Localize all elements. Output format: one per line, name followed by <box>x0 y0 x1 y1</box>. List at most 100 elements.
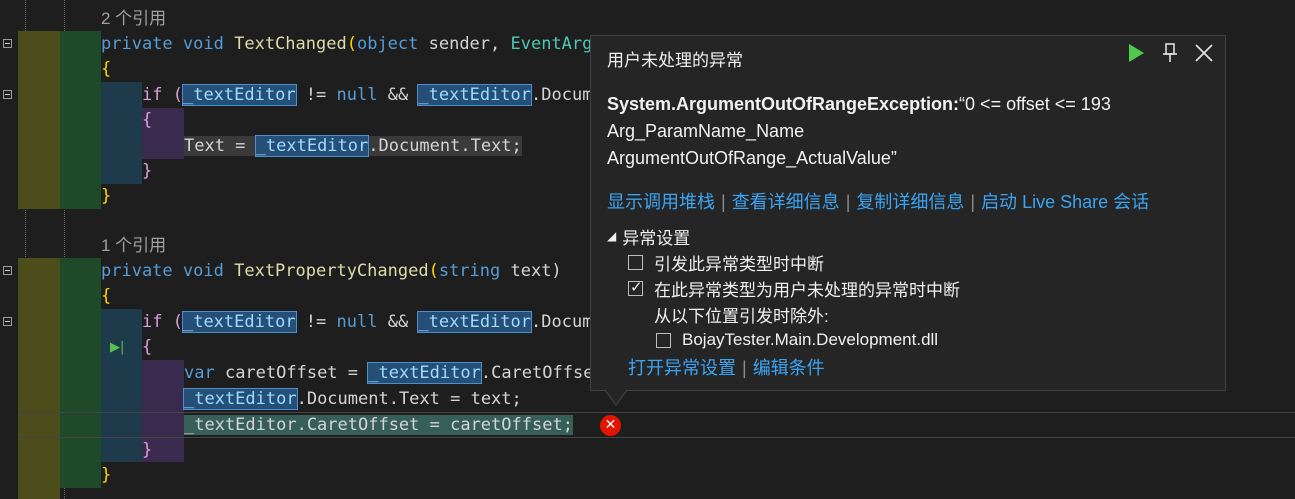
close-button[interactable] <box>1193 42 1215 64</box>
code-token: object <box>356 34 419 54</box>
fold-toggle-icon[interactable] <box>3 266 12 275</box>
indent-band <box>18 258 60 499</box>
fold-toggle-icon[interactable] <box>3 317 12 326</box>
except-when-label: 从以下位置引发时除外: <box>654 301 960 327</box>
code-identifier[interactable]: _textEditor <box>183 388 298 410</box>
fold-toggle-icon[interactable] <box>3 39 12 48</box>
code-token: ( <box>428 261 439 281</box>
popup-title: 用户未处理的异常 <box>607 51 743 70</box>
code-identifier[interactable]: _textEditor <box>367 362 482 384</box>
code-token: null <box>336 312 378 332</box>
code-token: && <box>377 85 419 105</box>
code-line: { <box>142 108 152 133</box>
code-token: } <box>101 186 112 206</box>
code-line: { <box>101 57 111 82</box>
exception-message: System.ArgumentOutOfRangeException:“0 <=… <box>607 91 1111 172</box>
code-token: } <box>101 465 112 485</box>
code-token: TextPropertyChanged <box>234 261 429 281</box>
code-token: void <box>182 34 224 54</box>
exception-helper-popup: 用户未处理的异常 System.ArgumentOutOfRangeExcept… <box>590 35 1226 391</box>
indent-band <box>60 31 101 209</box>
code-identifier[interactable]: _textEditor <box>254 135 370 157</box>
code-token: { <box>142 337 153 357</box>
code-token: && <box>377 312 419 332</box>
fold-toggle-icon[interactable] <box>3 90 12 99</box>
code-token: EventArg <box>510 34 593 54</box>
code-line: if (_textEditor != null && _textEditor.D… <box>142 310 592 335</box>
pin-button[interactable] <box>1159 42 1181 64</box>
code-identifier[interactable]: _textEditor <box>417 311 533 333</box>
code-token: if <box>142 85 163 105</box>
code-token: ( <box>346 34 357 54</box>
code-highlight: Text = _textEditor.Document.Text; <box>184 135 522 157</box>
code-token: .Document.Text; <box>368 136 522 156</box>
view-details-link[interactable]: 查看详细信息 <box>732 192 840 212</box>
code-identifier[interactable]: _textEditor <box>417 84 533 106</box>
code-token: .CaretOffse <box>480 363 594 383</box>
code-token: caretOffset = <box>214 363 369 383</box>
code-token: void <box>182 261 224 281</box>
code-token: .Document.Text = text; <box>296 389 522 409</box>
code-line-current: _textEditor.CaretOffset = caretOffset; <box>184 413 573 438</box>
code-token: } <box>142 440 153 460</box>
exception-type: System.ArgumentOutOfRangeException: <box>607 94 960 114</box>
break-user-unhandled-checkbox[interactable] <box>628 278 643 296</box>
code-token: TextChanged <box>234 34 347 54</box>
code-token: { <box>142 110 153 130</box>
indent-band <box>18 31 60 209</box>
module-exclusion-option[interactable]: BojayTester.Main.Development.dll <box>656 327 960 353</box>
continue-button[interactable] <box>1125 42 1147 64</box>
start-live-share-link[interactable]: 启动 Live Share 会话 <box>981 192 1149 212</box>
link-separator: | <box>742 358 747 378</box>
popup-actions <box>1125 42 1215 64</box>
code-token: sender, <box>418 34 511 54</box>
code-token: { <box>101 59 112 79</box>
break-user-unhandled-option[interactable]: 在此异常类型为用户未处理的异常时中断 <box>628 275 960 301</box>
link-separator: | <box>970 192 976 212</box>
break-thrown-option[interactable]: 引发此异常类型时中断 <box>628 249 960 275</box>
module-exclusion-checkbox[interactable] <box>656 332 671 348</box>
run-to-here-icon[interactable]: ▶| <box>110 340 124 355</box>
code-line: } <box>101 184 111 209</box>
play-icon <box>1129 44 1144 62</box>
indent-band <box>101 309 142 462</box>
code-token: private <box>101 34 173 54</box>
code-token: text) <box>500 261 562 281</box>
code-line-signature: private void TextChanged(object sender, … <box>101 32 592 57</box>
editor-gutter <box>0 0 18 499</box>
exception-text: Arg_ParamName_Name <box>607 121 805 141</box>
open-exception-settings-link[interactable]: 打开异常设置 <box>628 358 736 378</box>
code-line: if (_textEditor != null && _textEditor.D… <box>142 83 592 108</box>
code-line: } <box>101 463 111 488</box>
code-line: { <box>142 335 152 360</box>
code-identifier[interactable]: _textEditor <box>181 84 297 106</box>
exception-settings: ◢ 异常设置 引发此异常类型时中断 在此异常类型为用户未处理的异常时中断 从以下位… <box>607 223 960 353</box>
code-token: if <box>142 312 163 332</box>
error-icon[interactable]: ✕ <box>600 415 621 436</box>
exception-text: “0 <= offset <= 193 <box>959 94 1111 114</box>
indent-band <box>101 82 142 184</box>
code-token: private <box>101 261 173 281</box>
break-thrown-checkbox[interactable] <box>628 254 643 270</box>
edit-conditions-link[interactable]: 编辑条件 <box>753 358 825 378</box>
exception-links: 显示调用堆栈 | 查看详细信息 | 复制详细信息 | 启动 Live Share 会话 <box>607 188 1149 214</box>
settings-header-label: 异常设置 <box>622 228 691 248</box>
code-reference-count[interactable]: 1 个引用 <box>101 233 166 258</box>
code-line: var caretOffset = _textEditor.CaretOffse <box>184 361 593 386</box>
collapse-triangle-icon[interactable]: ◢ <box>607 229 616 243</box>
code-token: var <box>184 363 215 383</box>
popup-footer-links: 打开异常设置 | 编辑条件 <box>628 354 825 380</box>
checkbox-label: BojayTester.Main.Development.dll <box>682 330 939 349</box>
show-call-stack-link[interactable]: 显示调用堆栈 <box>607 192 715 212</box>
settings-header[interactable]: ◢ 异常设置 <box>607 223 960 249</box>
code-token: .Docum <box>531 85 593 105</box>
copy-details-link[interactable]: 复制详细信息 <box>856 192 964 212</box>
code-token: null <box>336 85 378 105</box>
code-identifier[interactable]: _textEditor <box>181 311 297 333</box>
code-line: _textEditor.Document.Text = text; <box>183 387 522 412</box>
code-line: { <box>101 284 111 309</box>
code-token: ( <box>162 312 183 332</box>
close-icon <box>1195 44 1213 62</box>
indent-band <box>60 258 101 488</box>
code-reference-count[interactable]: 2 个引用 <box>101 6 166 31</box>
